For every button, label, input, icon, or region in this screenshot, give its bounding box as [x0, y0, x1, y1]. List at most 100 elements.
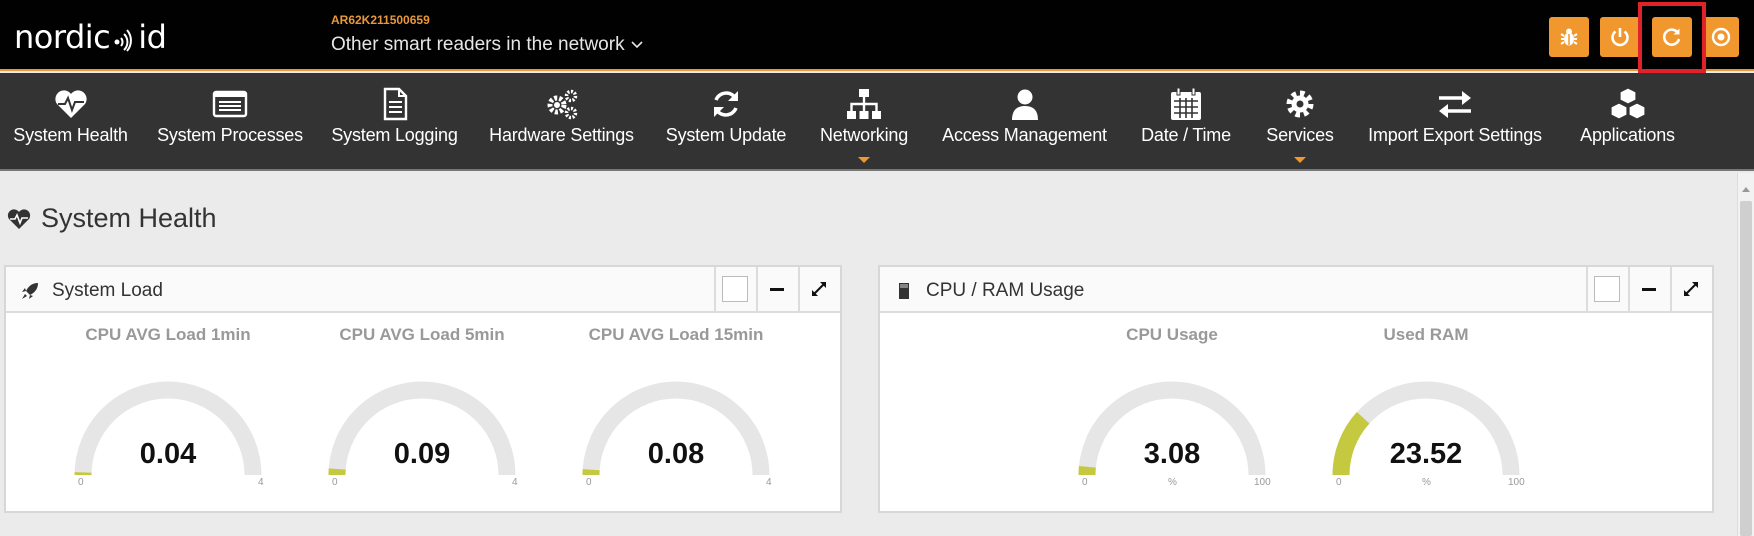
network-readers-label: Other smart readers in the network	[331, 34, 625, 55]
nav-system-health[interactable]: System Health	[4, 73, 137, 169]
nav-label: Applications	[1580, 125, 1675, 145]
system-load-panel: System Load CPU AVG Load 1min 0.04 0 4 CPU …	[4, 265, 842, 513]
panel-expand-button[interactable]	[798, 267, 838, 311]
panel-title: CPU / RAM Usage	[894, 280, 1084, 302]
nav-date-time[interactable]: Date / Time	[1134, 73, 1238, 169]
gauge-value: 0.04	[139, 438, 197, 470]
panel-header: System Load	[6, 267, 840, 313]
panel-title: System Load	[20, 280, 163, 302]
document-icon	[383, 87, 407, 121]
gauge-value: 3.08	[1143, 438, 1201, 470]
page-title: System Health	[6, 203, 217, 234]
nav-system-processes[interactable]: System Processes	[152, 73, 308, 169]
nav-label: Access Management	[942, 125, 1107, 145]
minus-icon	[1642, 287, 1656, 291]
main-navbar: System Health System Processes System Lo…	[0, 73, 1754, 171]
nav-label: Hardware Settings	[489, 125, 634, 145]
heartbeat-icon	[7, 208, 31, 229]
gauge: CPU AVG Load 1min 0.04 0 4	[58, 325, 278, 495]
nav-label: Import Export Settings	[1368, 125, 1542, 145]
nav-label: System Logging	[331, 125, 458, 145]
nav-label: Services	[1266, 125, 1334, 145]
gauge-min: 0	[1082, 477, 1088, 488]
panel-select-checkbox[interactable]	[714, 267, 754, 311]
gauge-max: 4	[258, 477, 264, 488]
nav-hardware-settings[interactable]: Hardware Settings	[483, 73, 640, 169]
main-content: System Health System Load CPU AVG Load 1…	[0, 173, 1754, 536]
sitemap-icon	[847, 89, 881, 119]
panel-header: CPU / RAM Usage	[880, 267, 1712, 313]
refresh-icon	[714, 91, 738, 117]
nav-label: System Processes	[157, 125, 303, 145]
nav-label: Date / Time	[1141, 125, 1231, 145]
chevron-down-icon	[631, 41, 643, 49]
rocket-icon	[22, 283, 38, 299]
checkbox-box	[1594, 276, 1620, 302]
gauge-value: 0.09	[393, 438, 451, 470]
gauge: CPU AVG Load 5min 0.09 0 4	[312, 325, 532, 495]
panel-select-checkbox[interactable]	[1586, 267, 1626, 311]
calendar-icon	[1171, 87, 1201, 120]
gauge: Used RAM 23.52 0 100%	[1316, 325, 1536, 495]
nav-system-update[interactable]: System Update	[662, 73, 790, 169]
top-header: nordic id AR62K211500659 Other smart rea…	[0, 0, 1754, 73]
gauge-max: 4	[766, 477, 772, 488]
dropdown-caret-icon	[858, 157, 870, 163]
gauge-min: 0	[78, 477, 84, 488]
checkbox-box	[722, 276, 748, 302]
logo-text-nordic: nordic	[14, 18, 111, 56]
expand-icon	[812, 282, 826, 296]
gauge-max: 100	[1508, 477, 1525, 488]
nav-networking[interactable]: Networking	[812, 73, 916, 169]
exchange-icon	[1439, 91, 1471, 118]
nav-label: System Health	[13, 125, 128, 145]
device-selector: AR62K211500659 Other smart readers in th…	[331, 13, 643, 56]
panel-expand-button[interactable]	[1670, 267, 1710, 311]
page-title-text: System Health	[41, 203, 217, 233]
nav-import-export-settings[interactable]: Import Export Settings	[1361, 73, 1549, 169]
cog-icon	[1286, 90, 1314, 118]
gears-icon	[547, 89, 577, 120]
gauge-max: 100	[1254, 477, 1271, 488]
gauge-value: 0.08	[647, 438, 705, 470]
vertical-scrollbar[interactable]	[1737, 173, 1754, 536]
nav-applications[interactable]: Applications	[1570, 73, 1685, 169]
gauge-value: 23.52	[1389, 438, 1463, 470]
bug-icon	[1560, 28, 1578, 46]
network-readers-dropdown[interactable]: Other smart readers in the network	[331, 34, 643, 56]
gauge-min: 0	[1336, 477, 1342, 488]
nav-label: Networking	[819, 125, 909, 145]
nordic-id-logo[interactable]: nordic id	[14, 18, 167, 56]
expand-icon	[1684, 282, 1698, 296]
heartbeat-icon	[54, 90, 87, 118]
nav-system-logging[interactable]: System Logging	[326, 73, 463, 169]
gauge: CPU AVG Load 15min 0.08 0 4	[566, 325, 786, 495]
cubes-icon	[1609, 87, 1646, 120]
dropdown-caret-icon	[1294, 157, 1306, 163]
gauge: CPU Usage 3.08 0 100%	[1062, 325, 1282, 495]
power-button[interactable]	[1600, 17, 1640, 57]
gauge-min: 0	[332, 477, 338, 488]
target-button[interactable]	[1703, 17, 1739, 57]
panel-collapse-button[interactable]	[756, 267, 796, 311]
sd-card-icon	[899, 283, 909, 299]
power-icon	[1611, 28, 1629, 47]
bug-button[interactable]	[1549, 17, 1589, 57]
panel-title-text: CPU / RAM Usage	[926, 280, 1085, 301]
gauge-min: 0	[586, 477, 592, 488]
scroll-up-arrow[interactable]	[1742, 187, 1750, 192]
gauge-max: 4	[512, 477, 518, 488]
gauge-unit: %	[1168, 477, 1177, 488]
panel-title-text: System Load	[52, 280, 163, 301]
cpu-ram-panel: CPU / RAM Usage CPU Usage 3.08 0 100% Used …	[878, 265, 1714, 513]
scrollbar-thumb[interactable]	[1740, 201, 1752, 536]
nav-services[interactable]: Services	[1260, 73, 1340, 169]
circle-dot-icon	[1711, 27, 1731, 47]
highlight-box	[1638, 2, 1706, 73]
nav-label: System Update	[665, 125, 787, 145]
panel-collapse-button[interactable]	[1628, 267, 1668, 311]
wave-icon	[114, 29, 133, 52]
logo-text-id: id	[138, 18, 167, 56]
nav-access-management[interactable]: Access Management	[939, 73, 1110, 169]
device-serial: AR62K211500659	[331, 13, 430, 27]
